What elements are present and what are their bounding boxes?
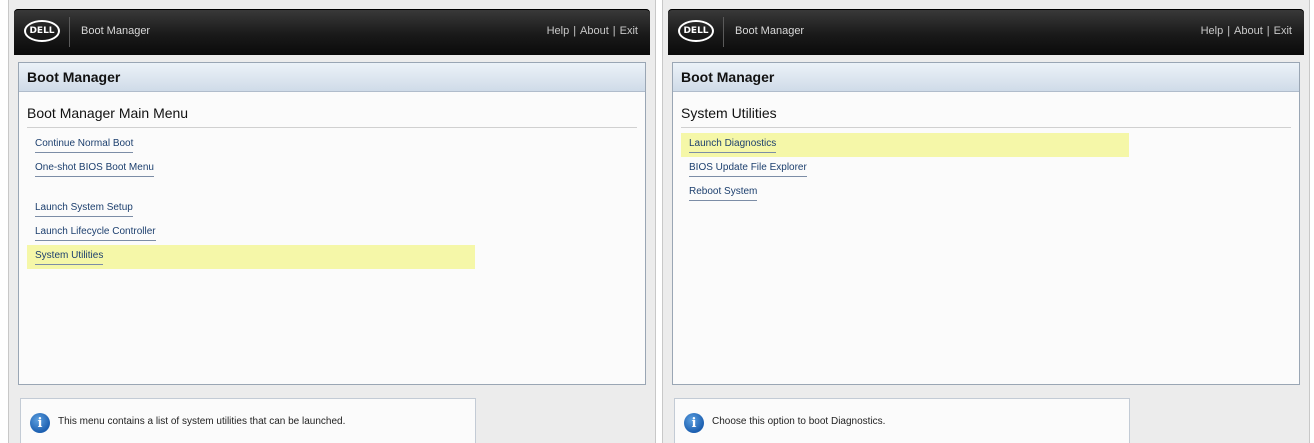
page-header: Boot Manager [673,63,1299,92]
menu-item-label[interactable]: Launch System Setup [35,202,133,217]
help-info-box: i Choose this option to boot Diagnostics… [674,398,1130,443]
page-header: Boot Manager [19,63,645,92]
menu-item-reboot-system[interactable]: Reboot System [681,181,1129,205]
menu-item-one-shot-bios-boot-menu[interactable]: One-shot BIOS Boot Menu [27,157,475,181]
content-area: Boot Manager Boot Manager Main Menu Cont… [18,62,646,385]
logo-separator [69,17,70,47]
exit-link[interactable]: Exit [1274,25,1292,37]
menu-item-label[interactable]: BIOS Update File Explorer [689,162,807,177]
app-title: Boot Manager [735,25,805,37]
menu-item-system-utilities[interactable]: System Utilities [27,245,475,269]
menu-item-launch-system-setup[interactable]: Launch System Setup [27,197,475,221]
boot-manager-window-left: DELL Boot Manager Help | About | Exit Boot M… [8,0,656,443]
menu-item-label[interactable]: Reboot System [689,186,758,201]
link-separator: | [1227,25,1231,37]
boot-manager-window-right: DELL Boot Manager Help | About | Exit Boot M… [662,0,1310,443]
link-separator: | [1266,25,1270,37]
menu-item-label[interactable]: System Utilities [35,250,104,265]
menu-item-label[interactable]: Launch Diagnostics [689,138,777,153]
menu-item-label[interactable]: Launch Lifecycle Controller [35,226,156,241]
section-title: Boot Manager Main Menu [27,105,637,128]
info-icon: i [30,413,50,433]
top-links: Help | About | Exit [1201,25,1292,37]
help-link[interactable]: Help [547,25,570,37]
top-bar: DELL Boot Manager Help | About | Exit [668,9,1304,55]
help-text: This menu contains a list of system util… [58,416,346,427]
link-separator: | [612,25,616,37]
top-bar: DELL Boot Manager Help | About | Exit [14,9,650,55]
about-link[interactable]: About [1234,25,1263,37]
help-link[interactable]: Help [1201,25,1224,37]
menu-item-label[interactable]: Continue Normal Boot [35,138,134,153]
menu-item-label[interactable]: One-shot BIOS Boot Menu [35,162,154,177]
menu-item-launch-lifecycle-controller[interactable]: Launch Lifecycle Controller [27,221,475,245]
about-link[interactable]: About [580,25,609,37]
menu-item-bios-update-file-explorer[interactable]: BIOS Update File Explorer [681,157,1129,181]
exit-link[interactable]: Exit [620,25,638,37]
help-text: Choose this option to boot Diagnostics. [712,416,886,427]
dell-logo-icon: DELL [678,20,714,42]
link-separator: | [573,25,577,37]
menu-item-launch-diagnostics[interactable]: Launch Diagnostics [681,133,1129,157]
content-area: Boot Manager System Utilities Launch Dia… [672,62,1300,385]
help-info-box: i This menu contains a list of system ut… [20,398,476,443]
logo-separator [723,17,724,47]
dell-logo-icon: DELL [24,20,60,42]
app-title: Boot Manager [81,25,151,37]
top-links: Help | About | Exit [547,25,638,37]
info-icon: i [684,413,704,433]
section-title: System Utilities [681,105,1291,128]
menu-item-continue-normal-boot[interactable]: Continue Normal Boot [27,133,475,157]
